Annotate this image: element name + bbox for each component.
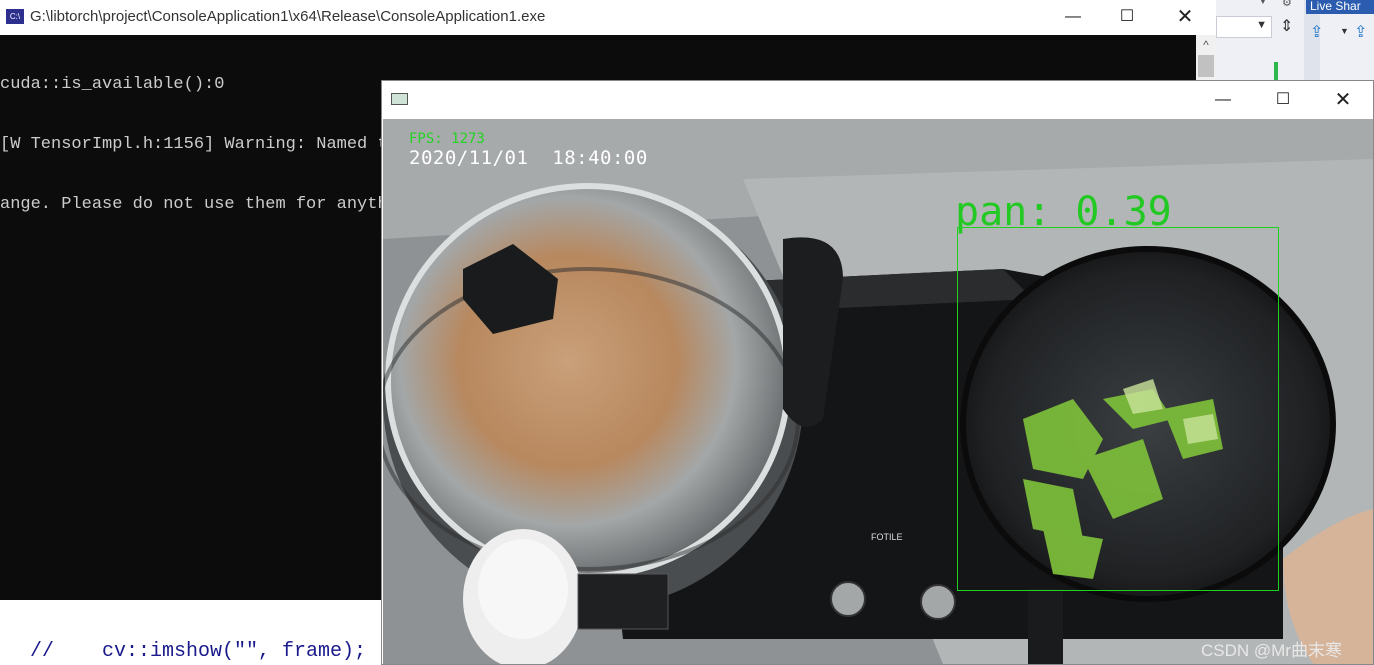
live-share-button[interactable]: Live Shar	[1306, 0, 1374, 14]
close-button[interactable]: ✕	[1320, 87, 1366, 113]
console-app-icon: C:\	[6, 9, 24, 24]
close-button[interactable]: ✕	[1162, 4, 1208, 30]
maximize-button[interactable]: ☐	[1104, 4, 1150, 30]
image-window: — ☐ ✕ FOTILE FPS: 1273 2020/11/01 18:40:…	[381, 80, 1374, 665]
detection-bounding-box	[957, 227, 1279, 591]
console-titlebar[interactable]: C:\ G:\libtorch\project\ConsoleApplicati…	[0, 0, 1216, 35]
chevron-down-icon[interactable]: ▼	[1340, 26, 1349, 36]
scroll-thumb[interactable]	[1198, 55, 1214, 77]
split-icon[interactable]: ⇕	[1280, 16, 1293, 36]
image-window-titlebar[interactable]: — ☐ ✕	[382, 81, 1373, 119]
watermark: CSDN @Mr曲末寒	[1201, 641, 1342, 660]
code-editor: // cv::imshow("", frame);	[0, 600, 382, 665]
scroll-up-icon[interactable]: ^	[1196, 35, 1216, 55]
share-icon[interactable]: ⇪	[1310, 22, 1323, 42]
stove-brand-text: FOTILE	[871, 532, 903, 542]
chevron-down-icon: ▼	[1256, 19, 1267, 31]
fps-label: FPS: 1273	[409, 131, 485, 147]
gear-icon[interactable]: ⚙	[1282, 0, 1292, 9]
vs-dropdown[interactable]: ▼	[1216, 16, 1272, 38]
minimize-button[interactable]: —	[1200, 87, 1246, 113]
change-marker	[1274, 62, 1278, 80]
minimize-button[interactable]: —	[1050, 4, 1096, 30]
code-line: // cv::imshow("", frame);	[30, 640, 367, 663]
window-icon	[391, 93, 408, 105]
camera-frame: FOTILE FPS: 1273 2020/11/01 18:40:00 pan…	[383, 119, 1373, 664]
vs-toolbar-panel: ▼ ⚙ ▼ ⇕ Live Shar ⇪ ▼ ⇪	[1216, 0, 1374, 80]
timestamp-label: 2020/11/01 18:40:00	[409, 147, 648, 169]
share-icon[interactable]: ⇪	[1354, 22, 1367, 42]
maximize-button[interactable]: ☐	[1260, 87, 1306, 113]
chevron-down-icon[interactable]: ▼	[1258, 0, 1268, 7]
console-title: G:\libtorch\project\ConsoleApplication1\…	[30, 8, 546, 25]
